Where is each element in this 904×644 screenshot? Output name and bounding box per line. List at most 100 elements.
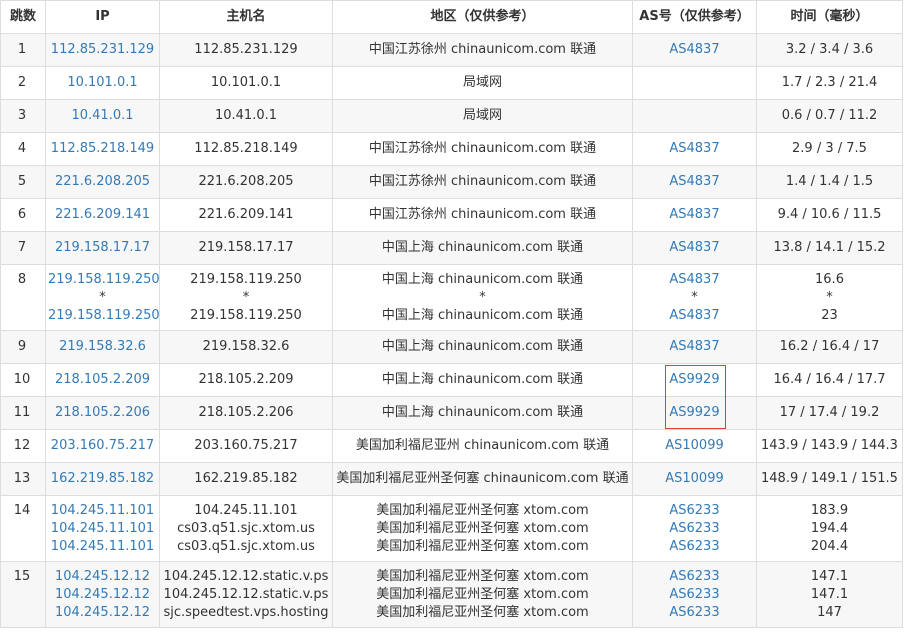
as-link[interactable]: AS4837: [635, 307, 754, 325]
hop-number: 8: [0, 264, 46, 331]
region-text: 中国江苏徐州 chinaunicom.com 联通: [368, 174, 597, 189]
as-link[interactable]: AS10099: [635, 437, 754, 455]
hop-number: 5: [0, 165, 46, 199]
as-link[interactable]: AS6233: [635, 586, 754, 604]
hop-number: 11: [0, 396, 46, 430]
header-ip: IP: [45, 0, 160, 34]
ip-link[interactable]: 203.160.75.217: [48, 437, 157, 455]
as-link[interactable]: AS4837: [635, 140, 754, 158]
as-link[interactable]: AS6233: [635, 568, 754, 586]
ip-link[interactable]: 219.158.119.250: [48, 307, 159, 325]
time-text: 3.2 / 3.4 / 3.6: [785, 42, 874, 57]
time-cell: 9.4 / 10.6 / 11.5: [756, 198, 903, 232]
as-link[interactable]: AS10099: [635, 470, 754, 488]
ip-link[interactable]: 104.245.11.101: [48, 502, 157, 520]
ip-link[interactable]: 112.85.218.149: [48, 140, 157, 158]
host-cell: 221.6.209.141: [159, 198, 333, 232]
host-cell: 219.158.119.250 * 219.158.119.250: [159, 264, 333, 331]
time-cell: 147.1 147.1 147: [756, 561, 903, 628]
as-link[interactable]: AS9929: [635, 404, 754, 422]
host-text: 221.6.209.141: [198, 207, 294, 222]
table-row: 8 219.158.119.250 * 219.158.119.250 219.158.…: [0, 264, 903, 331]
host-text: *: [242, 290, 250, 305]
host-cell: 221.6.208.205: [159, 165, 333, 199]
time-cell: 2.9 / 3 / 7.5: [756, 132, 903, 166]
ip-cell: 104.245.12.12 104.245.12.12 104.245.12.12: [45, 561, 160, 628]
as-cell: AS4837: [632, 132, 757, 166]
time-text: 13.8 / 14.1 / 15.2: [773, 240, 886, 255]
ip-link[interactable]: 104.245.11.101: [48, 538, 157, 556]
ip-link[interactable]: 218.105.2.206: [48, 404, 157, 422]
time-text: 2.9 / 3 / 7.5: [792, 141, 867, 156]
region-text: 美国加利福尼亚州圣何塞 xtom.com: [376, 569, 589, 584]
host-cell: 104.245.11.101 cs03.q51.sjc.xtom.us cs03.q…: [159, 495, 333, 562]
host-cell: 219.158.32.6: [159, 330, 333, 364]
ip-cell: 219.158.32.6: [45, 330, 160, 364]
table-row: 11 218.105.2.206 218.105.2.206 中国上海 chinaun…: [0, 396, 903, 430]
time-cell: 1.4 / 1.4 / 1.5: [756, 165, 903, 199]
time-cell: 1.7 / 2.3 / 21.4: [756, 66, 903, 100]
ip-link[interactable]: 104.245.12.12: [48, 568, 157, 586]
time-cell: 16.6 * 23: [756, 264, 903, 331]
as-link[interactable]: AS4837: [635, 338, 754, 356]
as-link[interactable]: AS4837: [635, 206, 754, 224]
ip-link[interactable]: 219.158.119.250: [48, 271, 159, 289]
region-cell: 中国江苏徐州 chinaunicom.com 联通: [332, 33, 633, 67]
as-cell: [632, 66, 757, 100]
as-link[interactable]: AS6233: [635, 604, 754, 622]
time-text: 147.1: [810, 587, 849, 602]
as-link[interactable]: AS9929: [635, 371, 754, 389]
time-text: 17 / 17.4 / 19.2: [779, 405, 880, 420]
as-link[interactable]: AS6233: [635, 538, 754, 556]
ip-cell: 10.41.0.1: [45, 99, 160, 133]
hop-number: 1: [0, 33, 46, 67]
as-link[interactable]: AS6233: [635, 502, 754, 520]
as-cell: AS4837 * AS4837: [632, 264, 757, 331]
host-text: 104.245.11.101: [194, 503, 298, 518]
host-cell: 112.85.218.149: [159, 132, 333, 166]
ip-text: *: [99, 290, 106, 305]
host-cell: 162.219.85.182: [159, 462, 333, 496]
region-text: 中国上海 chinaunicom.com 联通: [381, 372, 584, 387]
ip-link[interactable]: 219.158.17.17: [48, 239, 157, 257]
header-row: 跳数 IP 主机名 地区（仅供参考） AS号（仅供参考） 时间（毫秒）: [0, 0, 903, 34]
ip-link[interactable]: 218.105.2.209: [48, 371, 157, 389]
ip-link[interactable]: 221.6.208.205: [48, 173, 157, 191]
ip-cell: 10.101.0.1: [45, 66, 160, 100]
ip-link[interactable]: 104.245.12.12: [48, 586, 157, 604]
as-text: [635, 107, 754, 125]
ip-link[interactable]: 10.41.0.1: [48, 107, 157, 125]
host-text: 219.158.17.17: [198, 240, 294, 255]
region-text: 中国上海 chinaunicom.com 联通: [381, 405, 584, 420]
host-text: 203.160.75.217: [194, 438, 298, 453]
time-text: 183.9: [810, 503, 849, 518]
table-row: 9 219.158.32.6 219.158.32.6 中国上海 chinaunico…: [0, 330, 903, 364]
time-cell: 143.9 / 143.9 / 144.3: [756, 429, 903, 463]
ip-link[interactable]: 104.245.11.101: [48, 520, 157, 538]
region-text: 中国上海 chinaunicom.com 联通: [381, 339, 584, 354]
host-text: 104.245.12.12.static.v.ps: [163, 587, 329, 602]
as-link[interactable]: AS6233: [635, 520, 754, 538]
time-cell: 0.6 / 0.7 / 11.2: [756, 99, 903, 133]
host-text: 219.158.119.250: [190, 308, 302, 323]
ip-link[interactable]: 221.6.209.141: [48, 206, 157, 224]
ip-link[interactable]: 162.219.85.182: [48, 470, 157, 488]
host-cell: 218.105.2.209: [159, 363, 333, 397]
region-cell: 局域网: [332, 66, 633, 100]
as-link[interactable]: AS4837: [635, 271, 754, 289]
as-link[interactable]: AS4837: [635, 173, 754, 191]
as-cell: AS10099: [632, 462, 757, 496]
time-text: 194.4: [810, 521, 849, 536]
ip-link[interactable]: 104.245.12.12: [48, 604, 157, 622]
region-text: 美国加利福尼亚州圣何塞 xtom.com: [376, 521, 589, 536]
time-text: 16.2 / 16.4 / 17: [779, 339, 880, 354]
table-row: 7 219.158.17.17 219.158.17.17 中国上海 chinauni…: [0, 231, 903, 265]
time-text: 16.4 / 16.4 / 17.7: [773, 372, 886, 387]
as-link[interactable]: AS4837: [635, 41, 754, 59]
ip-link[interactable]: 219.158.32.6: [48, 338, 157, 356]
time-cell: 16.2 / 16.4 / 17: [756, 330, 903, 364]
as-link[interactable]: AS4837: [635, 239, 754, 257]
ip-link[interactable]: 112.85.231.129: [48, 41, 157, 59]
region-cell: 中国上海 chinaunicom.com 联通: [332, 363, 633, 397]
ip-link[interactable]: 10.101.0.1: [48, 74, 157, 92]
